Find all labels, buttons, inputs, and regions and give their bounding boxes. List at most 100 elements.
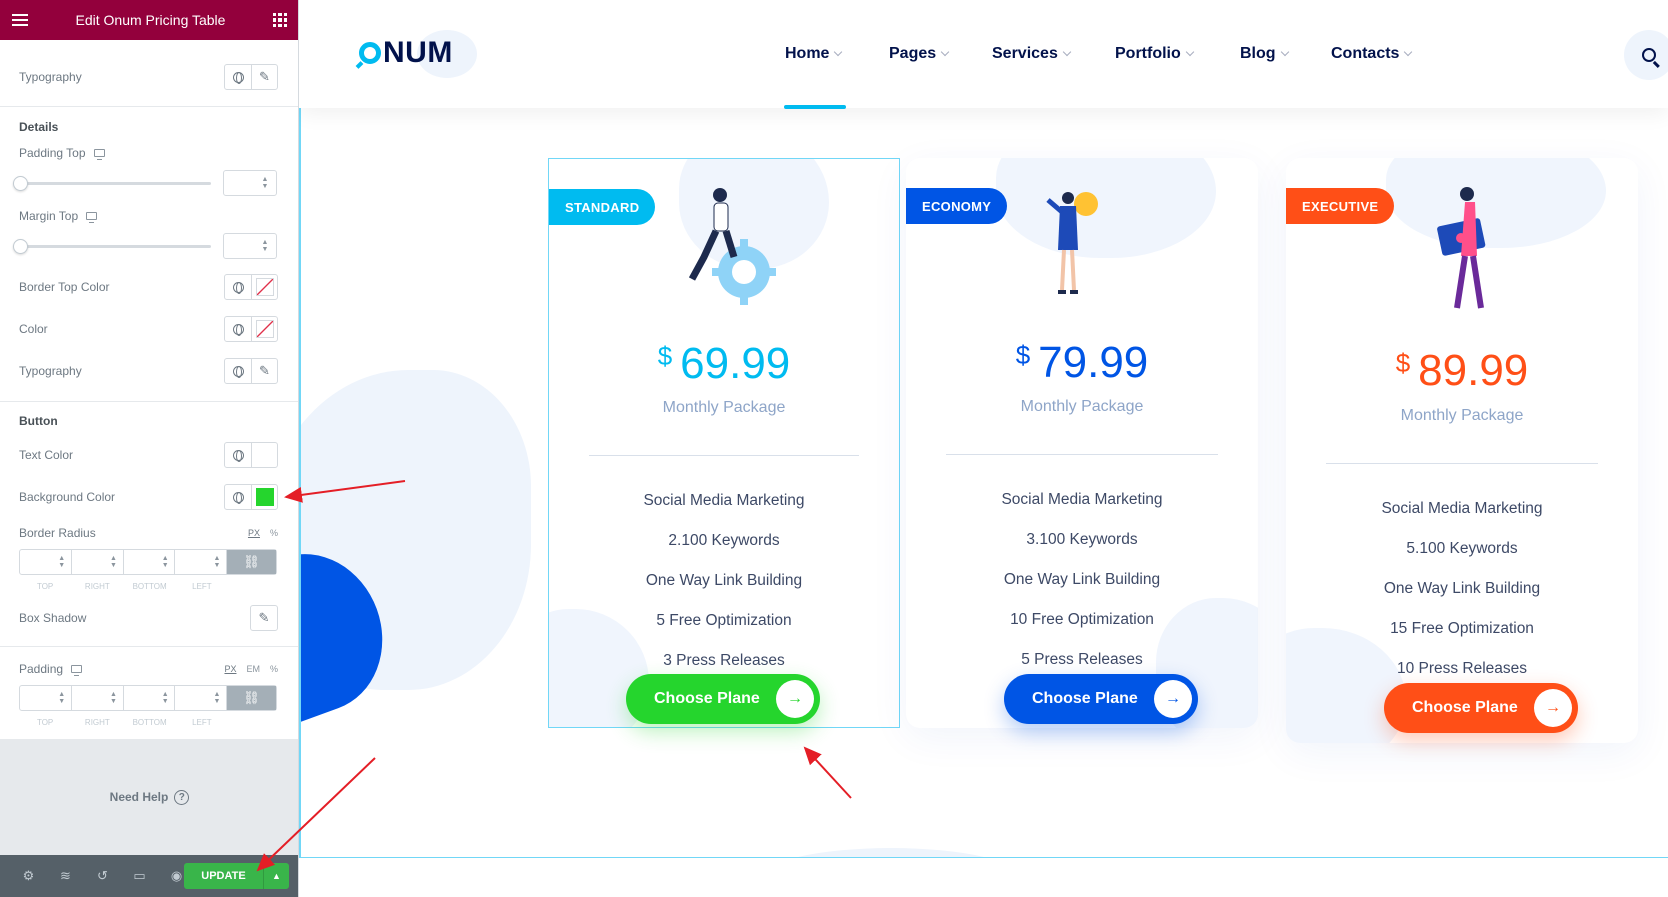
unit-em[interactable]: EM — [246, 664, 260, 674]
edit-pencil-icon[interactable]: ✎ — [251, 359, 277, 383]
details-section-heading: Details — [19, 120, 59, 134]
link-values-icon[interactable]: ⛓ — [227, 686, 276, 710]
slider-handle[interactable] — [13, 176, 28, 191]
stepper-icon[interactable]: ▲ ▼ — [260, 176, 270, 190]
feature-item: 5.100 Keywords — [1406, 540, 1518, 557]
green-color-swatch — [255, 488, 274, 506]
help-question-icon: ? — [174, 789, 190, 805]
choose-plan-button-economy[interactable]: Choose Plane → — [1004, 674, 1198, 724]
feature-item: One Way Link Building — [1383, 580, 1541, 597]
card-divider — [946, 454, 1218, 455]
color-picker[interactable] — [251, 485, 277, 509]
padding-top-input[interactable]: ▲ ▼ — [223, 170, 277, 196]
padding-left-dim-input[interactable]: ▲ ▼ — [175, 686, 227, 710]
search-icon — [1642, 48, 1656, 62]
pricing-section: STANDARD $69.99 Monthly Package Social M… — [299, 108, 1668, 858]
control-margin-top: Margin Top — [19, 204, 278, 228]
arrow-right-icon: → — [1154, 680, 1192, 718]
widgets-grid-icon[interactable] — [273, 13, 287, 27]
typography-controls: ✎ — [224, 64, 278, 90]
edit-pencil-icon[interactable]: ✎ — [251, 606, 277, 630]
margin-top-input[interactable]: ▲ ▼ — [223, 233, 277, 259]
color-picker[interactable] — [251, 443, 277, 467]
feature-item: 10 Free Optimization — [1010, 611, 1154, 628]
site-preview: NUM Home Pages Services Portfolio Blog C… — [299, 0, 1668, 897]
link-values-icon[interactable]: ⛓ — [227, 550, 276, 574]
feature-item: Social Media Marketing — [1381, 500, 1543, 517]
unit-percent[interactable]: % — [270, 664, 278, 674]
choose-plan-button-executive[interactable]: Choose Plane → — [1384, 683, 1578, 733]
control-padding: Padding PX EM% — [19, 657, 278, 681]
chevron-down-icon — [1185, 47, 1195, 57]
control-background-color: Background Color — [19, 484, 278, 510]
nav-services[interactable]: Services — [992, 45, 1072, 63]
choose-plan-button-standard[interactable]: Choose Plane → — [626, 674, 820, 724]
responsive-desktop-icon[interactable] — [86, 212, 98, 223]
padding-bottom-dim-input[interactable]: ▲ ▼ — [124, 686, 176, 710]
site-logo[interactable]: NUM — [359, 36, 453, 70]
feature-item: 10 Press Releases — [1396, 660, 1528, 677]
hamburger-menu-icon[interactable] — [12, 14, 28, 26]
border-top-color-label: Border Top Color — [19, 280, 110, 294]
pricing-card-standard[interactable]: STANDARD $69.99 Monthly Package Social M… — [548, 158, 900, 728]
update-button[interactable]: UPDATE ▲ — [184, 863, 289, 889]
woman-tablet-illustration — [1437, 187, 1486, 309]
layers-icon[interactable]: ≋ — [47, 855, 84, 897]
border-radius-right-input[interactable]: ▲ ▼ — [72, 550, 124, 574]
stepper-icon[interactable]: ▲ ▼ — [260, 239, 270, 253]
padding-top-slider[interactable] — [13, 176, 211, 191]
nav-pages[interactable]: Pages — [889, 45, 950, 63]
pricing-card-economy[interactable]: ECONOMY $79.99 Monthly Package Social Me… — [906, 158, 1258, 728]
color-picker[interactable] — [251, 317, 277, 341]
padding-top-dim-input[interactable]: ▲ ▼ — [20, 686, 72, 710]
responsive-desktop-icon[interactable] — [71, 665, 83, 676]
slider-handle[interactable] — [13, 239, 28, 254]
global-icon[interactable] — [225, 359, 251, 383]
global-icon[interactable] — [225, 485, 251, 509]
settings-gear-icon[interactable]: ⚙ — [10, 855, 47, 897]
control-typography-1: Typography ✎ — [19, 64, 278, 90]
chevron-down-icon — [940, 47, 950, 57]
global-icon[interactable] — [225, 275, 251, 299]
border-radius-left-input[interactable]: ▲ ▼ — [175, 550, 227, 574]
border-radius-top-input[interactable]: ▲ ▼ — [20, 550, 72, 574]
control-color: Color — [19, 316, 278, 342]
border-radius-bottom-input[interactable]: ▲ ▼ — [124, 550, 176, 574]
need-help-link[interactable]: Need Help ? — [0, 739, 298, 855]
unit-px[interactable]: PX — [248, 528, 260, 538]
global-icon[interactable] — [225, 317, 251, 341]
caret-up-icon[interactable]: ▲ — [263, 863, 289, 889]
nav-portfolio[interactable]: Portfolio — [1115, 45, 1195, 63]
businessman-gear-illustration — [688, 188, 776, 305]
plan-price: 89.99 — [1418, 346, 1529, 395]
logo-mark-icon — [359, 42, 381, 64]
nav-blog[interactable]: Blog — [1240, 45, 1289, 63]
responsive-mode-icon[interactable]: ▭ — [121, 855, 158, 897]
edit-pencil-icon[interactable]: ✎ — [251, 65, 277, 89]
unit-px[interactable]: PX — [224, 664, 236, 674]
feature-item: One Way Link Building — [1003, 571, 1161, 588]
empty-color-swatch — [255, 320, 274, 338]
control-border-radius: Border Radius PX% — [19, 521, 278, 545]
feature-item: 5 Press Releases — [1021, 651, 1143, 668]
border-radius-dimensions: ▲ ▼ ▲ ▼ ▲ ▼ ▲ ▼ ⛓ — [19, 549, 277, 575]
history-icon[interactable]: ↺ — [84, 855, 121, 897]
control-padding-top: Padding Top — [19, 141, 278, 165]
nav-contacts[interactable]: Contacts — [1331, 45, 1413, 63]
color-label: Color — [19, 322, 48, 336]
empty-color-swatch — [255, 278, 274, 296]
global-icon[interactable] — [225, 65, 251, 89]
padding-right-dim-input[interactable]: ▲ ▼ — [72, 686, 124, 710]
plan-period: Monthly Package — [662, 399, 786, 416]
margin-top-slider[interactable] — [13, 239, 211, 254]
nav-home[interactable]: Home — [785, 45, 843, 63]
pricing-card-executive[interactable]: EXECUTIVE $89.99 Monthly Package Social … — [1286, 158, 1638, 743]
plan-period: Monthly Package — [1400, 407, 1524, 424]
color-picker[interactable] — [251, 275, 277, 299]
global-icon[interactable] — [225, 443, 251, 467]
plan-price: 79.99 — [1038, 338, 1149, 387]
search-button[interactable] — [1624, 30, 1668, 80]
unit-percent[interactable]: % — [270, 528, 278, 538]
responsive-desktop-icon[interactable] — [93, 149, 105, 160]
card-divider — [589, 455, 859, 456]
